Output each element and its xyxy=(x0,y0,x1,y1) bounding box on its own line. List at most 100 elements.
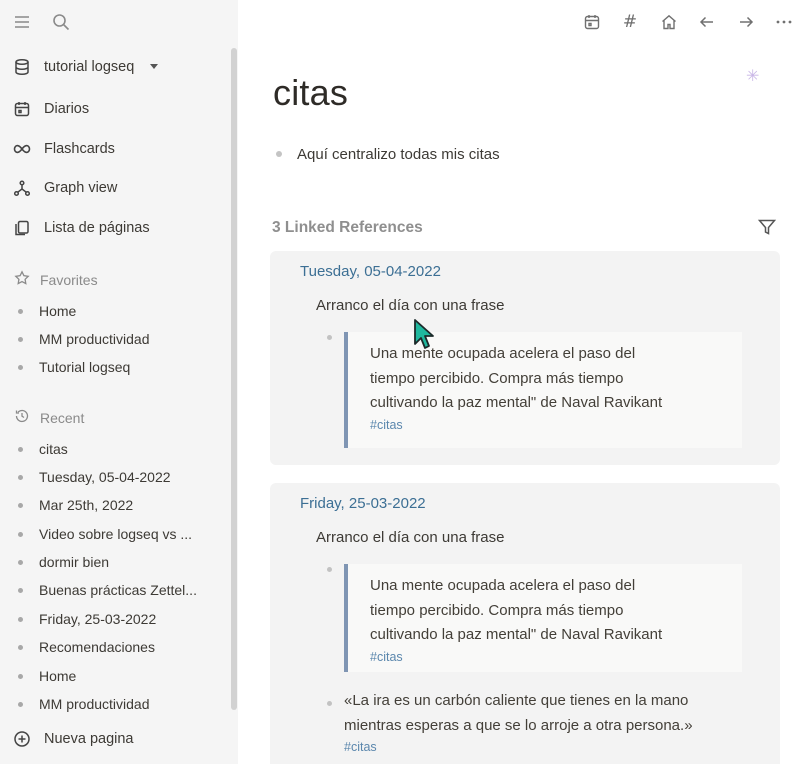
chevron-down-icon xyxy=(150,64,158,69)
sidebar-item-flashcards[interactable]: Flashcards xyxy=(12,135,226,163)
new-page-label: Nueva pagina xyxy=(44,731,134,747)
sidebar-item-label: Lista de páginas xyxy=(44,220,150,236)
recent-label: Friday, 25-03-2022 xyxy=(39,611,157,627)
quote-line: tiempo percibido. Compra más tiempo xyxy=(370,369,624,387)
database-icon xyxy=(12,57,32,77)
graph-selector[interactable]: tutorial logseq xyxy=(12,53,226,81)
tag-link[interactable]: #citas xyxy=(344,740,377,754)
home-icon[interactable] xyxy=(659,12,679,32)
favorites-header[interactable]: Favorites xyxy=(14,269,98,291)
sidebar-item-label: Diarios xyxy=(44,101,90,117)
recent-label: Recomendaciones xyxy=(39,639,155,655)
sidebar-item-graph-view[interactable]: Graph view xyxy=(12,174,226,202)
recent-label: Video sobre logseq vs ... xyxy=(39,526,193,542)
recent-item[interactable]: Friday, 25-03-2022 xyxy=(18,608,218,630)
favorite-label: MM productividad xyxy=(39,331,150,347)
page-title[interactable]: citas xyxy=(273,72,348,114)
quote-block-plain[interactable]: «La ira es un carbón caliente que tienes… xyxy=(344,689,754,756)
block-text: Aquí centralizo todas mis citas xyxy=(297,145,500,163)
star-icon xyxy=(14,269,30,291)
recent-label: dormir bien xyxy=(39,554,110,570)
quote-line: mientras esperas a que se lo arroje a ot… xyxy=(344,716,693,734)
quote-line: «La ira es un carbón caliente que tienes… xyxy=(344,692,689,709)
plus-circle-icon xyxy=(12,729,32,749)
recent-label: Recent xyxy=(40,410,85,426)
recent-label: citas xyxy=(39,441,68,457)
bullet xyxy=(18,336,23,342)
bullet xyxy=(18,474,23,480)
block-bullet[interactable] xyxy=(276,151,282,157)
bullet xyxy=(18,502,23,508)
quote-line: Una mente ocupada acelera el paso del xyxy=(370,577,636,594)
filter-icon[interactable] xyxy=(756,216,778,238)
graph-icon xyxy=(12,178,32,198)
recent-item[interactable]: Home xyxy=(18,665,218,687)
recent-item[interactable]: Video sobre logseq vs ... xyxy=(18,523,218,545)
arrow-left-icon[interactable] xyxy=(697,12,717,32)
recent-item[interactable]: Recomendaciones xyxy=(18,636,218,658)
favorite-item[interactable]: MM productividad xyxy=(18,328,218,350)
favorite-item[interactable]: Tutorial logseq xyxy=(18,356,218,378)
quote-line: tiempo percibido. Compra más tiempo xyxy=(370,601,624,619)
tag-link[interactable]: #citas xyxy=(370,650,403,664)
linked-references-title[interactable]: 3 Linked References xyxy=(272,219,423,237)
quote-block[interactable]: Una mente ocupada acelera el paso del ti… xyxy=(344,332,742,448)
bullet xyxy=(18,587,23,593)
block-bullet[interactable] xyxy=(327,701,332,706)
menu-icon[interactable] xyxy=(12,12,32,32)
bullet xyxy=(18,446,23,452)
new-page-button[interactable]: Nueva pagina xyxy=(12,725,226,753)
sidebar-item-lista-de-paginas[interactable]: Lista de páginas xyxy=(12,214,226,242)
recent-label: Mar 25th, 2022 xyxy=(39,497,134,513)
page-block[interactable]: Aquí centralizo todas mis citas xyxy=(276,143,776,165)
hash-glyph: # xyxy=(622,12,638,32)
quote-line: cultivando la paz mental" de Naval Ravik… xyxy=(370,394,663,411)
infinity-icon xyxy=(12,139,32,159)
sidebar-scrollbar[interactable] xyxy=(231,48,237,710)
quote-block[interactable]: Una mente ocupada acelera el paso del ti… xyxy=(344,564,742,672)
recent-item[interactable]: citas xyxy=(18,438,218,460)
recent-label: Home xyxy=(39,668,77,684)
bullet xyxy=(18,531,23,537)
favorite-label: Tutorial logseq xyxy=(39,359,131,375)
bullet xyxy=(18,644,23,650)
favorite-item[interactable]: Home xyxy=(18,300,218,322)
graph-name: tutorial logseq xyxy=(44,59,135,75)
sidebar-item-label: Graph view xyxy=(44,180,118,196)
bullet xyxy=(18,308,23,314)
recent-item[interactable]: Buenas prácticas Zettel... xyxy=(18,579,218,601)
recent-label: Tuesday, 05-04-2022 xyxy=(39,469,171,485)
recent-label: Buenas prácticas Zettel... xyxy=(39,582,197,598)
reference-date-link[interactable]: Friday, 25-03-2022 xyxy=(300,495,426,512)
favorite-label: Home xyxy=(39,303,77,319)
history-icon xyxy=(14,408,30,429)
reference-card: Friday, 25-03-2022 Arranco el día con un… xyxy=(270,483,780,764)
recent-item[interactable]: Mar 25th, 2022 xyxy=(18,494,218,516)
hash-icon[interactable]: # xyxy=(620,12,640,32)
bullet xyxy=(18,559,23,565)
reference-card: Tuesday, 05-04-2022 Arranco el día con u… xyxy=(270,251,780,465)
tag-link[interactable]: #citas xyxy=(370,418,403,432)
block-bullet[interactable] xyxy=(327,335,332,340)
recent-item[interactable]: MM productividad xyxy=(18,693,218,715)
reference-date-link[interactable]: Tuesday, 05-04-2022 xyxy=(300,263,441,280)
journals-calendar-icon[interactable] xyxy=(582,12,602,32)
recent-header[interactable]: Recent xyxy=(14,407,84,429)
bullet xyxy=(18,701,23,707)
reference-block[interactable]: Arranco el día con una frase xyxy=(316,529,504,546)
more-icon[interactable] xyxy=(774,12,794,32)
quote-line: cultivando la paz mental" de Naval Ravik… xyxy=(370,626,663,643)
pages-icon xyxy=(12,218,32,238)
recent-item[interactable]: Tuesday, 05-04-2022 xyxy=(18,466,218,488)
sparkle-icon: ✳ xyxy=(746,68,760,85)
bullet xyxy=(18,616,23,622)
block-bullet[interactable] xyxy=(327,567,332,572)
recent-label: MM productividad xyxy=(39,696,150,712)
sidebar-item-label: Flashcards xyxy=(44,141,115,157)
recent-item[interactable]: dormir bien xyxy=(18,551,218,573)
search-icon[interactable] xyxy=(51,12,71,32)
sidebar-item-diarios[interactable]: Diarios xyxy=(12,95,226,123)
calendar-icon xyxy=(12,99,32,119)
reference-block[interactable]: Arranco el día con una frase xyxy=(316,297,504,314)
arrow-right-icon[interactable] xyxy=(736,12,756,32)
